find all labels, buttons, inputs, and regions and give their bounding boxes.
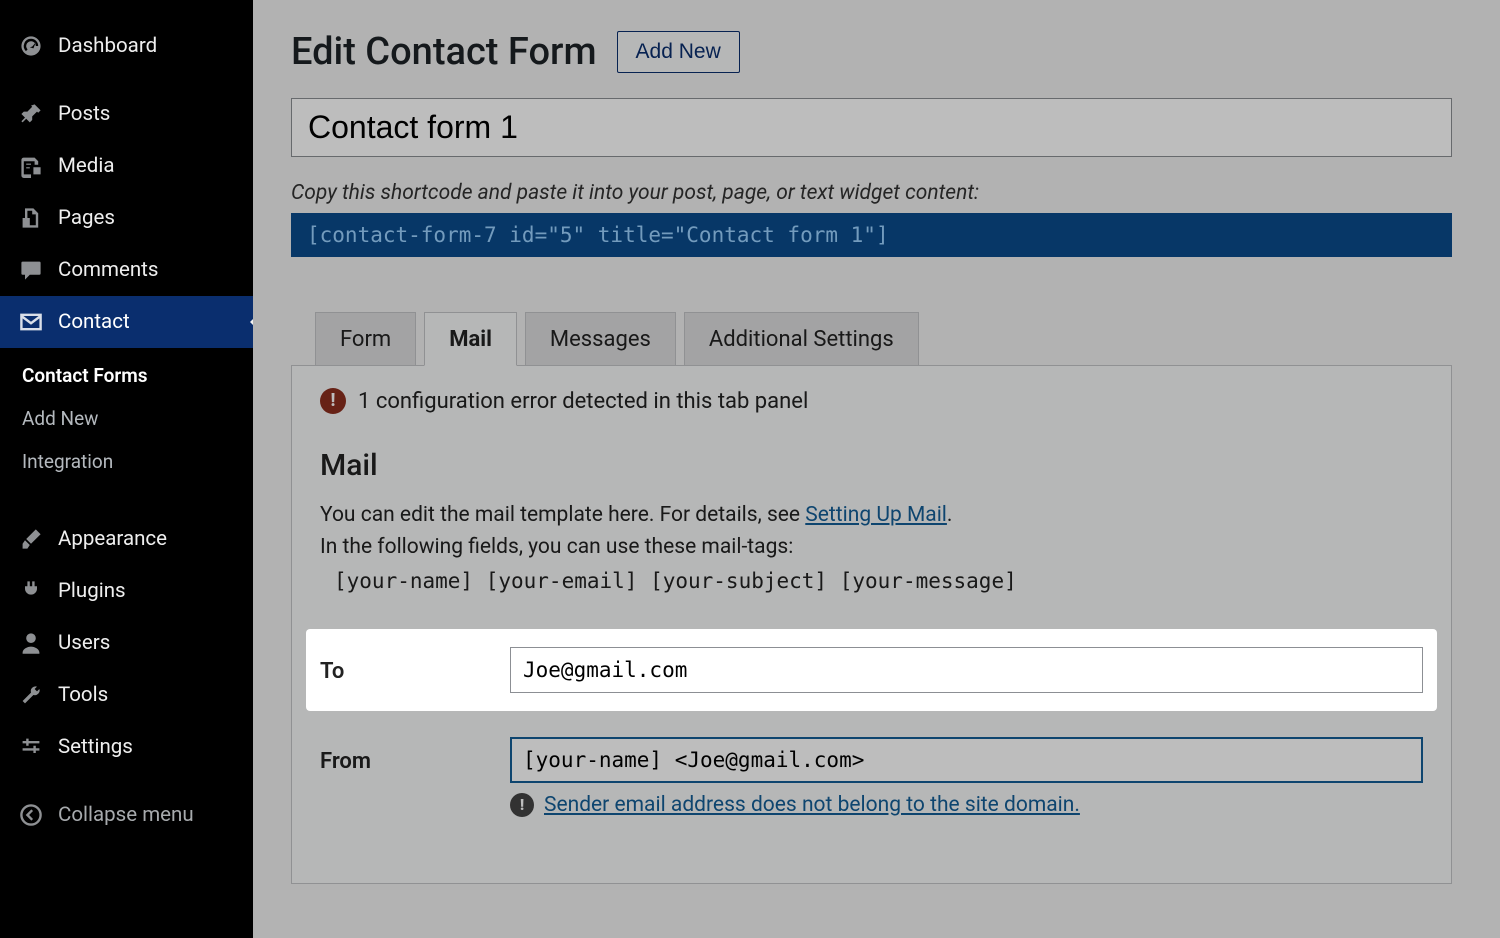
- submenu-contact-forms[interactable]: Contact Forms: [0, 354, 253, 397]
- sidebar-label: Collapse menu: [58, 803, 194, 827]
- from-warning-link[interactable]: Sender email address does not belong to …: [544, 793, 1080, 817]
- sidebar-label: Contact: [58, 310, 130, 334]
- sidebar-item-pages[interactable]: Pages: [0, 192, 253, 244]
- page-title: Edit Contact Form: [291, 30, 597, 74]
- setting-up-mail-link[interactable]: Setting Up Mail: [805, 503, 947, 527]
- from-input[interactable]: [510, 737, 1423, 783]
- sidebar-label: Plugins: [58, 579, 126, 603]
- sidebar-submenu: Contact Forms Add New Integration: [0, 348, 253, 497]
- error-icon: !: [320, 388, 346, 414]
- tab-mail[interactable]: Mail: [424, 312, 517, 366]
- warning-icon: !: [510, 793, 534, 817]
- dashboard-icon: [18, 33, 44, 59]
- config-error-banner: ! 1 configuration error detected in this…: [320, 388, 1423, 414]
- to-row-highlight: To: [306, 629, 1437, 711]
- sidebar-item-users[interactable]: Users: [0, 617, 253, 669]
- media-icon: [18, 153, 44, 179]
- sidebar-item-dashboard[interactable]: Dashboard: [0, 20, 253, 72]
- help-line-1: You can edit the mail template here. For…: [320, 503, 1423, 527]
- sidebar-item-appearance[interactable]: Appearance: [0, 513, 253, 565]
- sidebar-item-comments[interactable]: Comments: [0, 244, 253, 296]
- plug-icon: [18, 578, 44, 604]
- main-content: Edit Contact Form Add New Copy this shor…: [253, 0, 1500, 938]
- mail-panel: ! 1 configuration error detected in this…: [291, 365, 1452, 884]
- sidebar-label: Settings: [58, 735, 133, 759]
- collapse-icon: [18, 802, 44, 828]
- shortcode-field[interactable]: [contact-form-7 id="5" title="Contact fo…: [291, 213, 1452, 257]
- sidebar-item-contact[interactable]: Contact: [0, 296, 253, 348]
- pages-icon: [18, 205, 44, 231]
- brush-icon: [18, 526, 44, 552]
- pin-icon: [18, 101, 44, 127]
- tab-nav: Form Mail Messages Additional Settings: [315, 311, 1452, 365]
- sidebar-label: Pages: [58, 206, 115, 230]
- tab-form[interactable]: Form: [315, 312, 416, 366]
- to-label: To: [320, 647, 510, 684]
- form-title-input[interactable]: [291, 98, 1452, 157]
- add-new-button[interactable]: Add New: [617, 31, 740, 73]
- tab-additional-settings[interactable]: Additional Settings: [684, 312, 919, 366]
- sidebar-item-posts[interactable]: Posts: [0, 88, 253, 140]
- sidebar-label: Dashboard: [58, 34, 157, 58]
- mail-tags: [your-name] [your-email] [your-subject] …: [334, 569, 1423, 593]
- sidebar-item-plugins[interactable]: Plugins: [0, 565, 253, 617]
- sidebar-collapse[interactable]: Collapse menu: [0, 789, 253, 841]
- tab-messages[interactable]: Messages: [525, 312, 676, 366]
- to-input[interactable]: [510, 647, 1423, 693]
- from-warning: ! Sender email address does not belong t…: [510, 793, 1423, 817]
- sidebar-label: Media: [58, 154, 114, 178]
- comment-icon: [18, 257, 44, 283]
- submenu-integration[interactable]: Integration: [0, 440, 253, 483]
- error-text: 1 configuration error detected in this t…: [358, 389, 808, 414]
- sidebar-label: Posts: [58, 102, 110, 126]
- sidebar-label: Comments: [58, 258, 158, 282]
- sidebar-label: Appearance: [58, 527, 167, 551]
- shortcode-hint: Copy this shortcode and paste it into yo…: [291, 181, 1452, 205]
- panel-heading: Mail: [320, 448, 1423, 483]
- from-label: From: [320, 737, 510, 774]
- sidebar-label: Tools: [58, 683, 108, 707]
- admin-sidebar: Dashboard Posts Media Pages Comments Con…: [0, 0, 253, 938]
- help-line-2: In the following fields, you can use the…: [320, 535, 1423, 559]
- sidebar-item-media[interactable]: Media: [0, 140, 253, 192]
- mail-icon: [18, 309, 44, 335]
- sliders-icon: [18, 734, 44, 760]
- wrench-icon: [18, 682, 44, 708]
- submenu-add-new[interactable]: Add New: [0, 397, 253, 440]
- sidebar-item-tools[interactable]: Tools: [0, 669, 253, 721]
- sidebar-label: Users: [58, 631, 110, 655]
- sidebar-item-settings[interactable]: Settings: [0, 721, 253, 773]
- user-icon: [18, 630, 44, 656]
